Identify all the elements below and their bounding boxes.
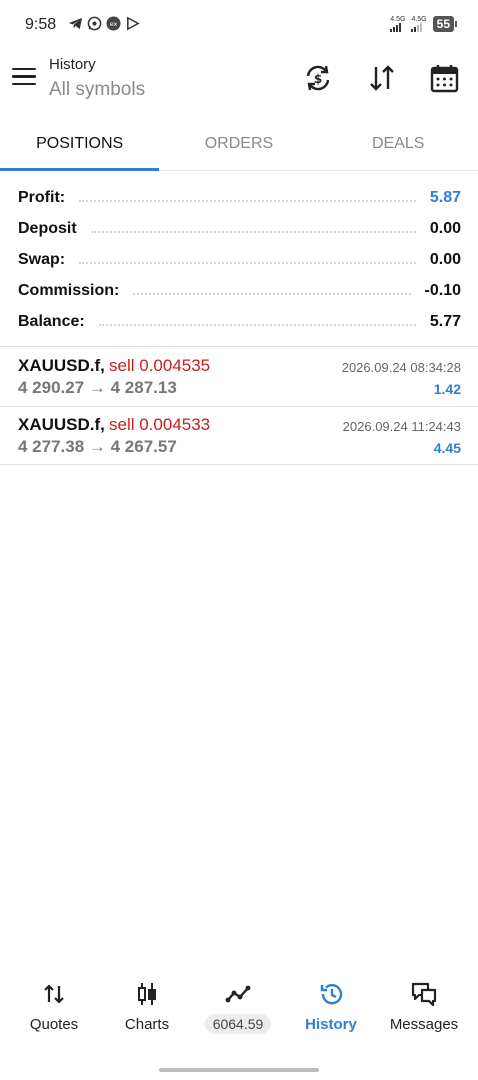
summary-label: Deposit: [18, 219, 83, 238]
deal-profit: 1.42: [433, 381, 461, 397]
summary-label: Swap:: [18, 250, 72, 269]
bottom-navigation: Quotes Charts 6064.59 History Messages: [0, 968, 478, 1048]
status-notification-icons: ex: [68, 16, 140, 31]
deal-profit: 4.45: [433, 440, 461, 456]
nav-label: Charts: [124, 1016, 170, 1033]
svg-text:$: $: [314, 72, 322, 86]
summary-value: 5.77: [423, 312, 461, 331]
deal-time: 2026.09.24 08:34:28: [341, 360, 461, 375]
tab-deals[interactable]: DEALS: [319, 124, 478, 170]
status-time: 9:58: [25, 16, 57, 33]
nav-trade[interactable]: 6064.59: [192, 968, 284, 1034]
sort-icon[interactable]: [366, 62, 398, 94]
summary-row-profit: Profit: 5.87: [18, 182, 461, 213]
menu-icon[interactable]: [12, 68, 36, 88]
app-bar: History All symbols $: [0, 50, 478, 114]
signal-icon: 4.5G: [390, 16, 405, 32]
nav-label: Quotes: [29, 1016, 79, 1033]
summary-label: Commission:: [18, 281, 126, 300]
balance-badge: 6064.59: [204, 1014, 272, 1034]
dotted-leader: [79, 199, 416, 202]
deal-side-volume: sell 0.004533: [109, 415, 211, 434]
calendar-icon[interactable]: [428, 62, 460, 94]
summary-row-deposit: Deposit 0.00: [18, 213, 461, 244]
dotted-leader: [90, 230, 416, 233]
telegram-icon: [68, 17, 83, 30]
summary-row-commission: Commission: -0.10: [18, 275, 461, 306]
tab-orders[interactable]: ORDERS: [159, 124, 318, 170]
nav-quotes[interactable]: Quotes: [8, 968, 100, 1033]
summary-value: -0.10: [418, 281, 461, 300]
status-bar: 9:58 ex 4.5G 4.5G 55: [0, 0, 478, 50]
account-summary: Profit: 5.87 Deposit 0.00 Swap: 0.00 Com…: [18, 182, 461, 337]
svg-text:ex: ex: [110, 20, 118, 28]
symbol-filter[interactable]: All symbols: [49, 79, 145, 101]
nav-label: Messages: [389, 1016, 459, 1033]
battery-icon: 55: [432, 16, 458, 32]
dotted-leader: [79, 261, 416, 264]
deal-prices: 4 277.38 → 4 267.57: [18, 437, 177, 456]
nav-history[interactable]: History: [285, 968, 377, 1033]
divider: [0, 464, 478, 465]
history-tabs: POSITIONS ORDERS DEALS: [0, 124, 478, 171]
ex-icon: ex: [106, 16, 121, 31]
list-item[interactable]: XAUUSD.f, sell 0.004535 4 290.27 → 4 287…: [0, 348, 478, 406]
nav-charts[interactable]: Charts: [101, 968, 193, 1033]
deal-prices: 4 290.27 → 4 287.13: [18, 378, 177, 397]
dotted-leader: [133, 292, 411, 295]
history-icon: [320, 984, 343, 1005]
sim1-label: 4.5G: [390, 16, 406, 23]
page-title: History: [49, 56, 96, 73]
summary-row-swap: Swap: 0.00: [18, 244, 461, 275]
summary-row-balance: Balance: 5.77: [18, 306, 461, 337]
trade-icon: [225, 985, 251, 1003]
divider: [0, 346, 478, 347]
quotes-icon: [44, 984, 64, 1004]
sim2-label: 4.5G: [411, 16, 427, 23]
deal-symbol: XAUUSD.f,: [18, 415, 105, 434]
summary-value: 0.00: [423, 250, 461, 269]
summary-value: 0.00: [423, 219, 461, 238]
deal-symbol: XAUUSD.f,: [18, 356, 105, 375]
summary-label: Profit:: [18, 188, 72, 207]
tab-positions[interactable]: POSITIONS: [0, 124, 160, 171]
dotted-leader: [98, 323, 416, 326]
deal-side-volume: sell 0.004535: [109, 356, 211, 375]
whatsapp-icon: [87, 16, 102, 31]
home-indicator[interactable]: [159, 1068, 319, 1072]
deal-time: 2026.09.24 11:24:43: [342, 419, 461, 434]
list-item[interactable]: XAUUSD.f, sell 0.004533 4 277.38 → 4 267…: [0, 407, 478, 465]
currency-exchange-icon[interactable]: $: [302, 62, 334, 94]
messages-icon: [411, 982, 437, 1007]
play-icon: [127, 16, 140, 31]
nav-messages[interactable]: Messages: [378, 968, 470, 1033]
signal-icon: 4.5G: [411, 16, 427, 32]
charts-icon: [138, 983, 156, 1005]
summary-label: Balance:: [18, 312, 91, 331]
nav-label: History: [305, 1016, 357, 1033]
summary-value: 5.87: [423, 188, 461, 207]
